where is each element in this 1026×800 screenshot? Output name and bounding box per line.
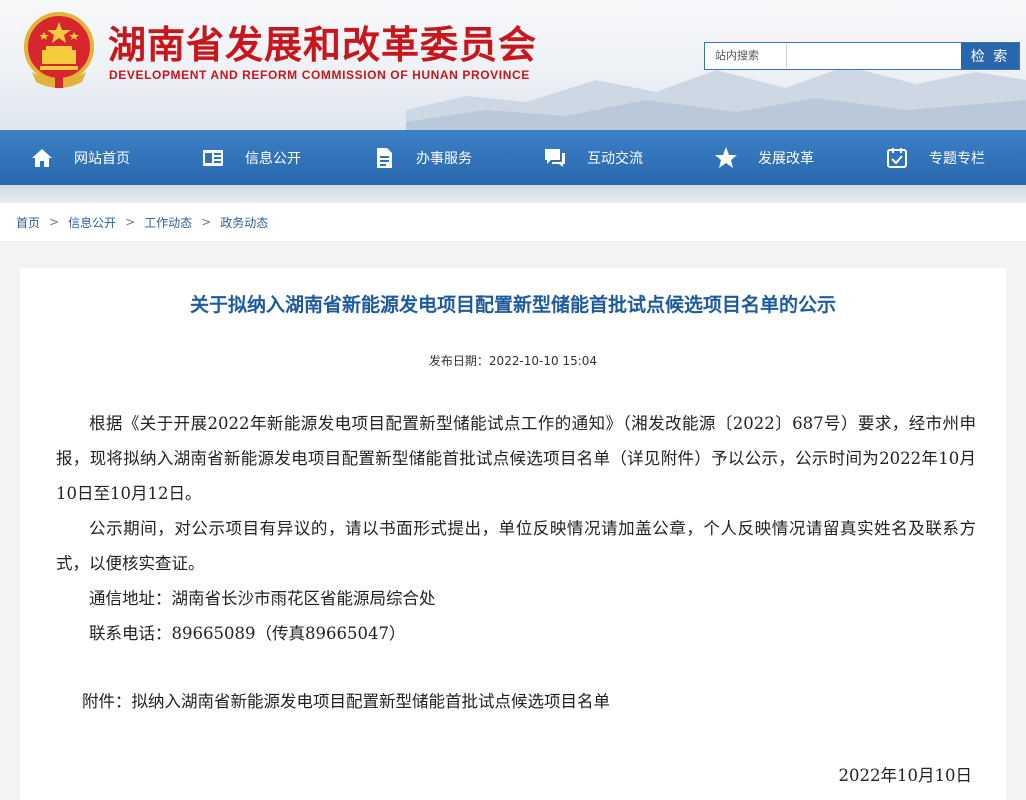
breadcrumb-separator: > <box>49 215 60 229</box>
calendar-check-icon <box>885 146 909 170</box>
nav-item-label: 专题专栏 <box>929 150 985 167</box>
nav-item-label: 互动交流 <box>587 150 643 167</box>
article-paragraph: 公示期间，对公示项目有异议的，请以书面形式提出，单位反映情况请加盖公章，个人反映… <box>56 519 976 573</box>
article-panel: 关于拟纳入湖南省新能源发电项目配置新型储能首批试点候选项目名单的公示 发布日期：… <box>20 268 1006 800</box>
breadcrumb-info-disclosure[interactable]: 信息公开 <box>68 214 116 231</box>
nav-item-label: 办事服务 <box>416 150 472 167</box>
breadcrumb: 首页 > 信息公开 > 工作动态 > 政务动态 <box>0 203 1026 241</box>
publish-date: 发布日期：2022-10-10 15:04 <box>428 354 598 368</box>
contact-address: 通信地址：湖南省长沙市雨花区省能源局综合处 <box>89 589 436 608</box>
nav-item-special-topics[interactable]: 专题专栏 <box>855 130 1026 185</box>
breadcrumb-separator: > <box>201 215 212 229</box>
chat-icon <box>543 146 567 170</box>
breadcrumb-government-news[interactable]: 政务动态 <box>220 214 268 231</box>
search-label: 站内搜索 <box>705 43 787 69</box>
breadcrumb-work-news[interactable]: 工作动态 <box>144 214 192 231</box>
star-icon <box>714 146 738 170</box>
site-header: 湖南省发展和改革委员会 DEVELOPMENT AND REFORM COMMI… <box>0 0 1026 130</box>
site-title: 湖南省发展和改革委员会 <box>108 22 538 67</box>
attachment-link[interactable]: 附件：拟纳入湖南省新能源发电项目配置新型储能首批试点候选项目名单 <box>82 688 610 712</box>
nav-item-info-disclosure[interactable]: 信息公开 <box>171 130 342 185</box>
nav-item-label: 网站首页 <box>74 150 130 167</box>
signature-date: 2022年10月10日 <box>838 766 972 785</box>
home-icon <box>30 146 54 170</box>
article-body: 根据《关于开展2022年新能源发电项目配置新型储能试点工作的通知》（湘发改能源〔… <box>56 406 976 651</box>
nav-item-label: 信息公开 <box>245 150 301 167</box>
site-subtitle: DEVELOPMENT AND REFORM COMMISSION OF HUN… <box>109 68 530 82</box>
nav-item-interaction[interactable]: 互动交流 <box>513 130 684 185</box>
search-box: 站内搜索 检 索 <box>704 42 1020 70</box>
main-nav: 网站首页 信息公开 办事服务 互动交流 发展改革 专题专栏 <box>0 130 1026 185</box>
info-card-icon <box>201 146 225 170</box>
nav-item-home[interactable]: 网站首页 <box>0 130 171 185</box>
document-icon <box>372 146 396 170</box>
national-emblem-icon <box>24 12 94 88</box>
nav-item-label: 发展改革 <box>758 150 814 167</box>
article-paragraph: 根据《关于开展2022年新能源发电项目配置新型储能试点工作的通知》（湘发改能源〔… <box>56 414 976 503</box>
contact-phone: 联系电话：89665089（传真89665047） <box>89 624 406 643</box>
search-input[interactable] <box>787 43 961 69</box>
article-title: 关于拟纳入湖南省新能源发电项目配置新型储能首批试点候选项目名单的公示 <box>189 294 836 316</box>
nav-shadow-belt <box>0 185 1026 203</box>
breadcrumb-separator: > <box>125 215 136 229</box>
breadcrumb-home[interactable]: 首页 <box>16 214 40 231</box>
nav-item-services[interactable]: 办事服务 <box>342 130 513 185</box>
search-button[interactable]: 检 索 <box>961 43 1019 69</box>
nav-item-development-reform[interactable]: 发展改革 <box>684 130 855 185</box>
